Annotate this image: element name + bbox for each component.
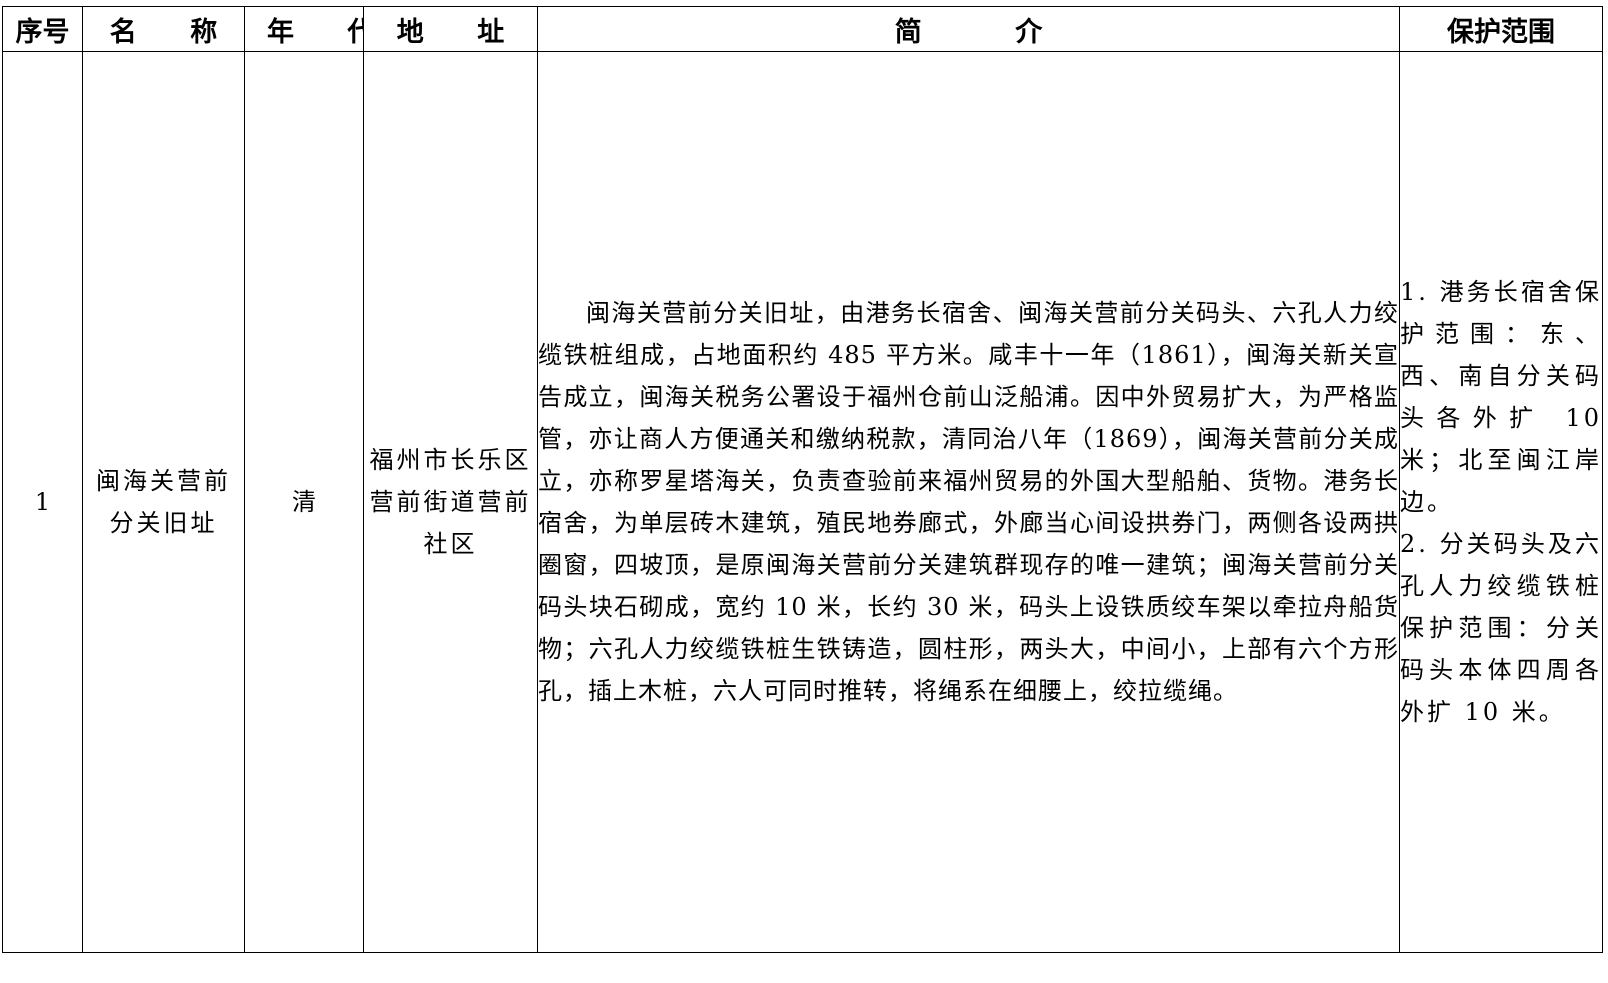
cell-address: 福州市长乐区营前街道营前社区 bbox=[363, 51, 538, 953]
cell-era: 清 bbox=[244, 51, 364, 953]
scope-item-2: 2. 分关码头及六孔人力绞缆铁桩保护范围：分关码头本体四周各外扩 10 米。 bbox=[1400, 530, 1602, 726]
document-page: 序号 名 称 年 代 地 址 简 介 保护范围 1 闽海关营前分关旧址 清 福州… bbox=[0, 0, 1608, 983]
intro-paragraph: 闽海关营前分关旧址，由港务长宿舍、闽海关营前分关码头、六孔人力绞缆铁桩组成，占地… bbox=[538, 299, 1399, 705]
header-name: 名 称 bbox=[82, 6, 245, 52]
table-header: 序号 名 称 年 代 地 址 简 介 保护范围 bbox=[2, 6, 1603, 52]
heritage-site-table: 序号 名 称 年 代 地 址 简 介 保护范围 1 闽海关营前分关旧址 清 福州… bbox=[2, 6, 1603, 953]
header-address: 地 址 bbox=[363, 6, 538, 52]
cell-intro: 闽海关营前分关旧址，由港务长宿舍、闽海关营前分关码头、六孔人力绞缆铁桩组成，占地… bbox=[537, 51, 1400, 953]
cell-scope: 1. 港务长宿舍保护范围：东、西、南自分关码头各外扩 10 米；北至闽江岸边。 … bbox=[1399, 51, 1603, 953]
cell-name: 闽海关营前分关旧址 bbox=[82, 51, 245, 953]
header-scope: 保护范围 bbox=[1399, 6, 1603, 52]
scope-item-1: 1. 港务长宿舍保护范围：东、西、南自分关码头各外扩 10 米；北至闽江岸边。 bbox=[1400, 278, 1602, 516]
header-era: 年 代 bbox=[244, 6, 364, 52]
header-intro: 简 介 bbox=[537, 6, 1400, 52]
cell-index: 1 bbox=[2, 51, 83, 953]
header-row: 序号 名 称 年 代 地 址 简 介 保护范围 bbox=[2, 6, 1603, 52]
header-index: 序号 bbox=[2, 6, 83, 52]
table-body: 1 闽海关营前分关旧址 清 福州市长乐区营前街道营前社区 闽海关营前分关旧址，由… bbox=[2, 51, 1603, 953]
table-row: 1 闽海关营前分关旧址 清 福州市长乐区营前街道营前社区 闽海关营前分关旧址，由… bbox=[2, 51, 1603, 953]
